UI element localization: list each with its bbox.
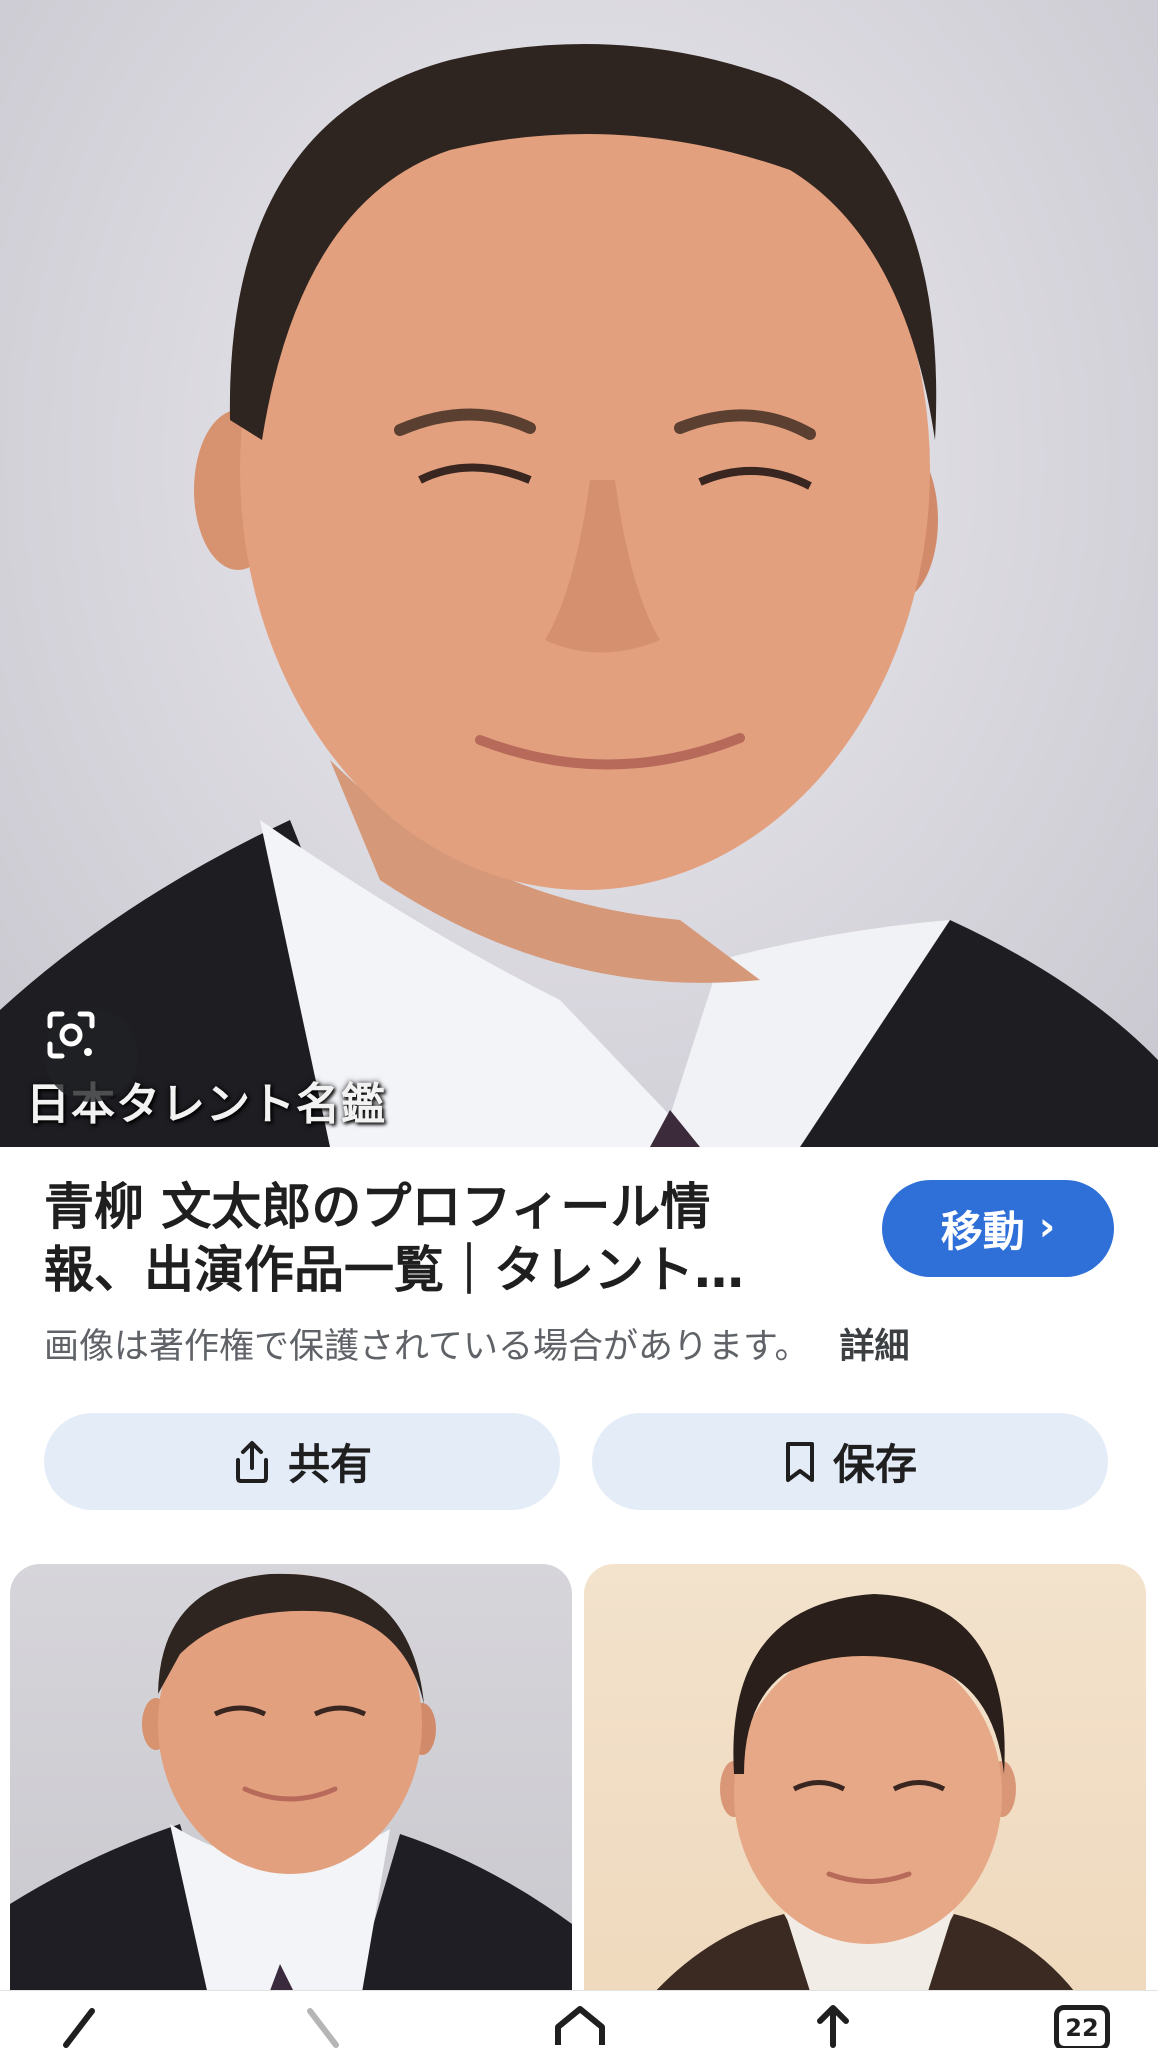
thumbnail-image — [10, 1573, 572, 2004]
share-icon — [235, 1440, 268, 1483]
forward-icon[interactable] — [300, 2005, 350, 2048]
bookmark-icon — [785, 1441, 814, 1482]
visit-label: 移動 — [940, 1207, 1025, 1256]
chevron-right-icon: › — [1038, 1203, 1056, 1250]
image-viewer-page: 日本タレント名鑑 青柳 文太郎のプロフィール情 報、出演作品一覧｜タレント… 移… — [0, 0, 1158, 2048]
save-button[interactable]: 保存 — [592, 1413, 1108, 1510]
google-lens-icon — [47, 1011, 95, 1059]
result-title-line-2: 報、出演作品一覧｜タレント… — [44, 1241, 744, 1299]
main-image[interactable]: 日本タレント名鑑 — [0, 0, 1158, 1147]
visit-button[interactable]: 移動 › — [882, 1180, 1114, 1277]
copyright-notice: 画像は著作権で保護されている場合があります。 — [44, 1327, 810, 1367]
share-label: 共有 — [287, 1440, 372, 1489]
back-icon[interactable] — [52, 2005, 102, 2048]
save-label: 保存 — [832, 1440, 917, 1489]
related-image-2[interactable] — [584, 1564, 1146, 2004]
google-lens-button[interactable] — [44, 1008, 138, 1102]
result-title[interactable]: 青柳 文太郎のプロフィール情 報、出演作品一覧｜タレント… — [44, 1176, 824, 1302]
result-title-line-1: 青柳 文太郎のプロフィール情 — [44, 1178, 711, 1236]
related-image-1[interactable] — [10, 1564, 572, 2004]
copyright-row: 画像は著作権で保護されている場合があります。 詳細 — [44, 1318, 909, 1369]
share-button[interactable]: 共有 — [44, 1413, 560, 1510]
browser-bottom-bar: 22 — [0, 1990, 1158, 2048]
thumbnail-image — [644, 1594, 1084, 2004]
tabs-count: 22 — [1065, 2014, 1099, 2042]
share-icon[interactable] — [806, 2005, 860, 2048]
home-icon[interactable] — [552, 2005, 608, 2048]
portrait-photo — [0, 44, 1158, 1147]
details-link[interactable]: 詳細 — [839, 1318, 909, 1369]
tabs-icon[interactable]: 22 — [1054, 2005, 1110, 2048]
